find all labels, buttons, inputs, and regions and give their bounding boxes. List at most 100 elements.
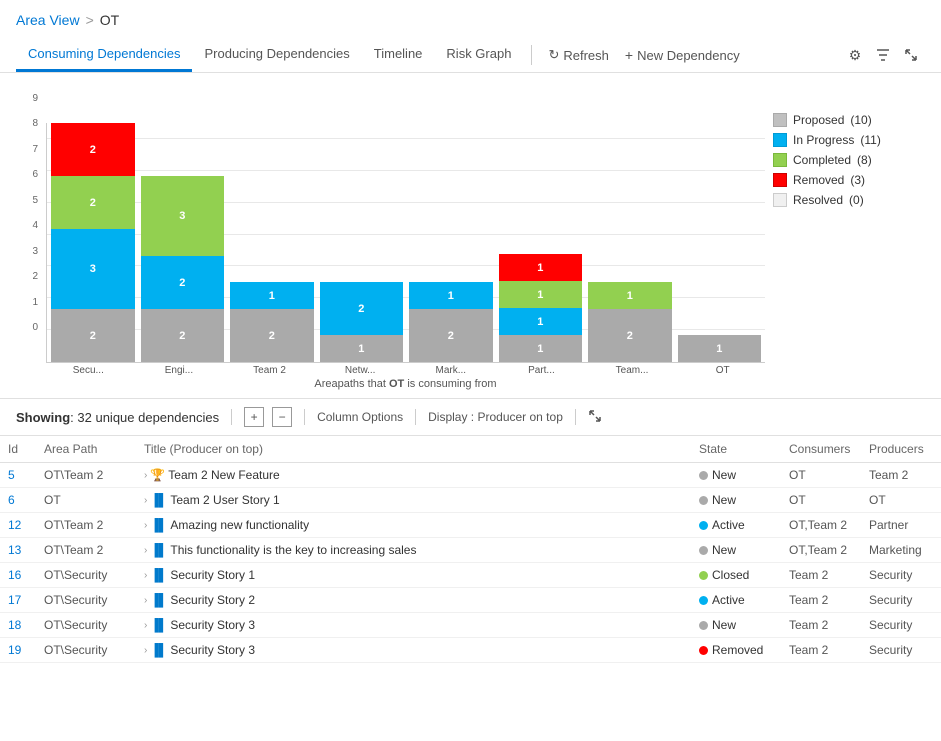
expand-arrow-4[interactable]: ›	[144, 570, 147, 581]
id-link-3[interactable]: 13	[8, 543, 21, 557]
cell-consumers-0: OT	[781, 463, 861, 488]
bar-segment-2-0[interactable]: 2	[230, 309, 314, 362]
bar-segment-1-0[interactable]: 2	[141, 309, 225, 362]
expand-arrow-5[interactable]: ›	[144, 595, 147, 606]
refresh-button[interactable]: ↻ Refresh	[540, 43, 616, 67]
bar-segment-0-2[interactable]: 2	[51, 176, 135, 229]
bar-segment-0-3[interactable]: 2	[51, 123, 135, 176]
work-icon-3: ▐▌	[150, 543, 167, 557]
bar-group-6: 21	[588, 282, 672, 362]
new-dependency-button[interactable]: + New Dependency	[617, 43, 748, 67]
bar-segment-3-0[interactable]: 1	[320, 335, 404, 362]
expand-arrow-2[interactable]: ›	[144, 520, 147, 531]
bar-segment-1-2[interactable]: 3	[141, 176, 225, 256]
cell-consumers-1: OT	[781, 488, 861, 513]
cell-producers-4: Security	[861, 563, 941, 588]
id-link-6[interactable]: 18	[8, 618, 21, 632]
legend: Proposed (10) In Progress (11) Completed…	[765, 93, 925, 207]
y-label-9: 9	[16, 93, 38, 104]
bar-segment-5-2[interactable]: 1	[499, 281, 583, 308]
id-link-5[interactable]: 17	[8, 593, 21, 607]
cell-consumers-2: OT,Team 2	[781, 513, 861, 538]
work-icon-1: ▐▌	[150, 493, 167, 507]
cell-producers-7: Security	[861, 638, 941, 663]
new-dependency-label: New Dependency	[637, 48, 740, 63]
title-text-2[interactable]: Amazing new functionality	[170, 518, 309, 532]
settings-button[interactable]: ⚙	[841, 41, 869, 69]
cell-id-7: 19	[0, 638, 36, 663]
bar-segment-5-3[interactable]: 1	[499, 254, 583, 281]
bar-segment-4-1[interactable]: 1	[409, 282, 493, 309]
bar-segment-7-0[interactable]: 1	[678, 335, 762, 362]
column-options-button[interactable]: Column Options	[317, 410, 403, 424]
bar-label-5: Part...	[499, 365, 584, 376]
bar-segment-0-1[interactable]: 3	[51, 229, 135, 309]
y-label-4: 4	[16, 220, 38, 231]
bar-segment-1-1[interactable]: 2	[141, 256, 225, 309]
table-row: 16 OT\Security › ▐▌ Security Story 1 Clo…	[0, 563, 941, 588]
expand-arrow-7[interactable]: ›	[144, 645, 147, 656]
cell-state-6: New	[691, 613, 781, 638]
legend-proposed-count: (10)	[850, 113, 871, 127]
bar-segment-6-2[interactable]: 1	[588, 282, 672, 309]
id-link-2[interactable]: 12	[8, 518, 21, 532]
bar-segment-0-0[interactable]: 2	[51, 309, 135, 362]
cell-area-0: OT\Team 2	[36, 463, 136, 488]
cell-title-0: › 🏆 Team 2 New Feature	[136, 463, 691, 488]
expand-arrow-0[interactable]: ›	[144, 470, 147, 481]
id-link-0[interactable]: 5	[8, 468, 15, 482]
bar-label-4: Mark...	[409, 365, 494, 376]
cell-title-1: › ▐▌ Team 2 User Story 1	[136, 488, 691, 513]
title-text-6[interactable]: Security Story 3	[170, 618, 255, 632]
tab-producing[interactable]: Producing Dependencies	[192, 38, 361, 72]
cell-area-5: OT\Security	[36, 588, 136, 613]
title-text-1[interactable]: Team 2 User Story 1	[170, 493, 279, 507]
bar-segment-6-0[interactable]: 2	[588, 309, 672, 362]
col-header-producers: Producers	[861, 436, 941, 463]
expand-rows-button[interactable]: +	[244, 407, 264, 427]
id-link-4[interactable]: 16	[8, 568, 21, 582]
col-header-consumers: Consumers	[781, 436, 861, 463]
breadcrumb: Area View > OT	[16, 12, 925, 28]
breadcrumb-area[interactable]: Area View	[16, 12, 80, 28]
cell-state-7: Removed	[691, 638, 781, 663]
expand-arrow-3[interactable]: ›	[144, 545, 147, 556]
table-row: 6 OT › ▐▌ Team 2 User Story 1 New OT OT	[0, 488, 941, 513]
legend-completed-count: (8)	[857, 153, 872, 167]
display-toggle[interactable]: Display : Producer on top	[428, 410, 563, 424]
dependencies-table: Id Area Path Title (Producer on top) Sta…	[0, 436, 941, 663]
bar-group-7: 1	[678, 335, 762, 362]
cell-area-7: OT\Security	[36, 638, 136, 663]
expand-arrow-6[interactable]: ›	[144, 620, 147, 631]
work-icon-4: ▐▌	[150, 568, 167, 582]
bar-label-0: Secu...	[46, 365, 131, 376]
table-section: Showing: 32 unique dependencies + − Colu…	[0, 398, 941, 663]
expand-arrow-1[interactable]: ›	[144, 495, 147, 506]
id-link-1[interactable]: 6	[8, 493, 15, 507]
title-text-5[interactable]: Security Story 2	[170, 593, 255, 607]
chart-section: 0 1 2 3 4 5 6 7 8 9	[0, 73, 941, 398]
title-text-0[interactable]: Team 2 New Feature	[168, 468, 279, 482]
tab-timeline[interactable]: Timeline	[362, 38, 435, 72]
bar-segment-2-1[interactable]: 1	[230, 282, 314, 309]
bar-segment-5-0[interactable]: 1	[499, 335, 583, 362]
title-text-3[interactable]: This functionality is the key to increas…	[170, 543, 416, 557]
id-link-7[interactable]: 19	[8, 643, 21, 657]
bar-segment-4-0[interactable]: 2	[409, 309, 493, 362]
divider-4	[575, 409, 576, 425]
tab-consuming[interactable]: Consuming Dependencies	[16, 38, 192, 72]
filter-button[interactable]	[869, 41, 897, 69]
title-text-7[interactable]: Security Story 3	[170, 643, 255, 657]
collapse-rows-button[interactable]: −	[272, 407, 292, 427]
title-text-4[interactable]: Security Story 1	[170, 568, 255, 582]
y-label-7: 7	[16, 144, 38, 155]
tab-risk[interactable]: Risk Graph	[434, 38, 523, 72]
col-header-title: Title (Producer on top)	[136, 436, 691, 463]
expand-button[interactable]	[897, 41, 925, 69]
fullscreen-button[interactable]	[588, 409, 602, 426]
bar-segment-5-1[interactable]: 1	[499, 308, 583, 335]
legend-completed: Completed (8)	[773, 153, 917, 167]
legend-proposed-label: Proposed	[793, 113, 844, 127]
bar-segment-3-1[interactable]: 2	[320, 282, 404, 335]
table-row: 13 OT\Team 2 › ▐▌ This functionality is …	[0, 538, 941, 563]
